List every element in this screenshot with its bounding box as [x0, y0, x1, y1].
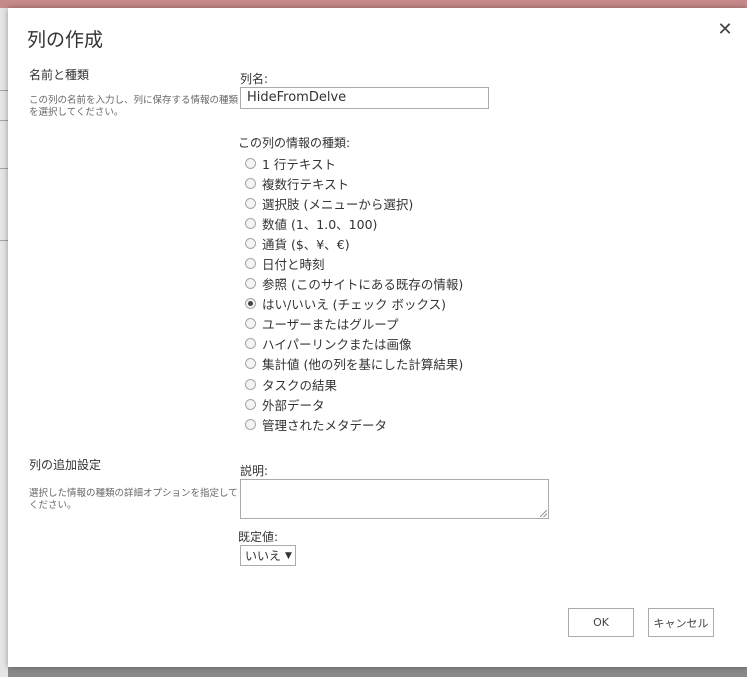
default-value-selected: いいえ: [245, 549, 282, 563]
radio-button[interactable]: [245, 177, 256, 189]
column-type-radio-group: 1 行テキスト 複数行テキスト選択肢 (メニューから選択) 数値 (1、1.0、10…: [245, 153, 463, 434]
radio-button[interactable]: [245, 197, 256, 209]
column-type-option-label: 外部データ: [262, 397, 325, 413]
radio-button[interactable]: [245, 318, 256, 330]
cancel-button[interactable]: キャンセル: [648, 608, 714, 637]
column-type-option-label: はい/いいえ (チェック ボックス): [262, 297, 447, 313]
column-type-option-label: 通貨 ($、¥、€): [262, 236, 350, 252]
additional-settings-section-title: 列の追加設定: [29, 458, 102, 472]
column-type-option[interactable]: 1 行テキスト: [245, 153, 463, 173]
background-page-edge: [0, 8, 8, 677]
column-type-option[interactable]: 管理されたメタデータ: [245, 414, 463, 434]
column-type-option[interactable]: 外部データ: [245, 394, 463, 414]
column-type-label: この列の情報の種類:: [238, 136, 351, 150]
column-name-label: 列名:: [240, 72, 269, 86]
column-type-option[interactable]: 通貨 ($、¥、€): [245, 233, 463, 253]
description-label: 説明:: [240, 464, 269, 478]
radio-button[interactable]: [245, 358, 256, 370]
column-type-option[interactable]: 日付と時刻: [245, 253, 463, 273]
radio-button[interactable]: [245, 258, 256, 270]
column-type-option-label: 集計値 (他の列を基にした計算結果): [262, 357, 464, 373]
radio-button[interactable]: [245, 217, 256, 229]
column-type-option-label: 1 行テキスト: [262, 156, 337, 172]
radio-button[interactable]: [245, 398, 256, 410]
column-type-option-label: 管理されたメタデータ: [262, 417, 388, 433]
radio-button[interactable]: [245, 378, 256, 390]
column-type-option-label: 参照 (このサイトにある既存の情報): [262, 277, 464, 293]
column-type-option[interactable]: 数値 (1、1.0、100): [245, 213, 463, 233]
column-type-option-label: 複数行テキスト: [262, 176, 350, 192]
chevron-down-icon: ▼: [285, 550, 292, 561]
name-type-section-description: この列の名前を入力し、列に保存する情報の種類を選択してください。: [29, 95, 239, 118]
column-name-input[interactable]: HideFromDelve: [240, 87, 489, 109]
column-type-option-label: 日付と時刻: [262, 257, 325, 273]
radio-button[interactable]: [245, 338, 256, 350]
column-type-option-label: タスクの結果: [262, 377, 338, 393]
column-type-option[interactable]: 参照 (このサイトにある既存の情報): [245, 274, 463, 294]
ok-button[interactable]: OK: [568, 608, 634, 637]
column-type-option[interactable]: はい/いいえ (チェック ボックス): [245, 294, 463, 314]
radio-button[interactable]: [245, 418, 256, 430]
column-type-option[interactable]: タスクの結果: [245, 374, 463, 394]
additional-settings-section-description: 選択した情報の種類の詳細オプションを指定してください。: [29, 488, 238, 511]
column-type-option-label: ハイパーリンクまたは画像: [262, 337, 412, 353]
resize-grip-icon[interactable]: [540, 510, 547, 517]
description-textarea[interactable]: [240, 479, 549, 519]
close-icon[interactable]: ✕: [716, 21, 734, 39]
radio-button[interactable]: [245, 237, 256, 249]
default-value-select[interactable]: いいえ ▼: [240, 545, 296, 566]
column-type-option-label: ユーザーまたはグループ: [262, 317, 399, 333]
radio-button[interactable]: [245, 157, 256, 169]
radio-button[interactable]: [245, 278, 256, 290]
column-type-option-label: 数値 (1、1.0、100): [262, 216, 378, 232]
column-type-option[interactable]: 集計値 (他の列を基にした計算結果): [245, 354, 463, 374]
column-type-option[interactable]: ハイパーリンクまたは画像: [245, 334, 463, 354]
column-type-option[interactable]: ユーザーまたはグループ: [245, 314, 463, 334]
radio-button[interactable]: [245, 298, 256, 310]
dialog-title: 列の作成: [27, 29, 104, 51]
name-type-section-title: 名前と種類: [29, 68, 90, 82]
column-type-option[interactable]: 複数行テキスト: [245, 173, 463, 193]
column-type-option-label: 選択肢 (メニューから選択): [262, 196, 414, 212]
create-column-dialog: 列の作成 ✕ 名前と種類 この列の名前を入力し、列に保存する情報の種類を選択して…: [8, 8, 747, 667]
default-value-label: 既定値:: [238, 530, 279, 544]
column-type-option[interactable]: 選択肢 (メニューから選択): [245, 193, 463, 213]
background-page-strip: [0, 0, 747, 8]
